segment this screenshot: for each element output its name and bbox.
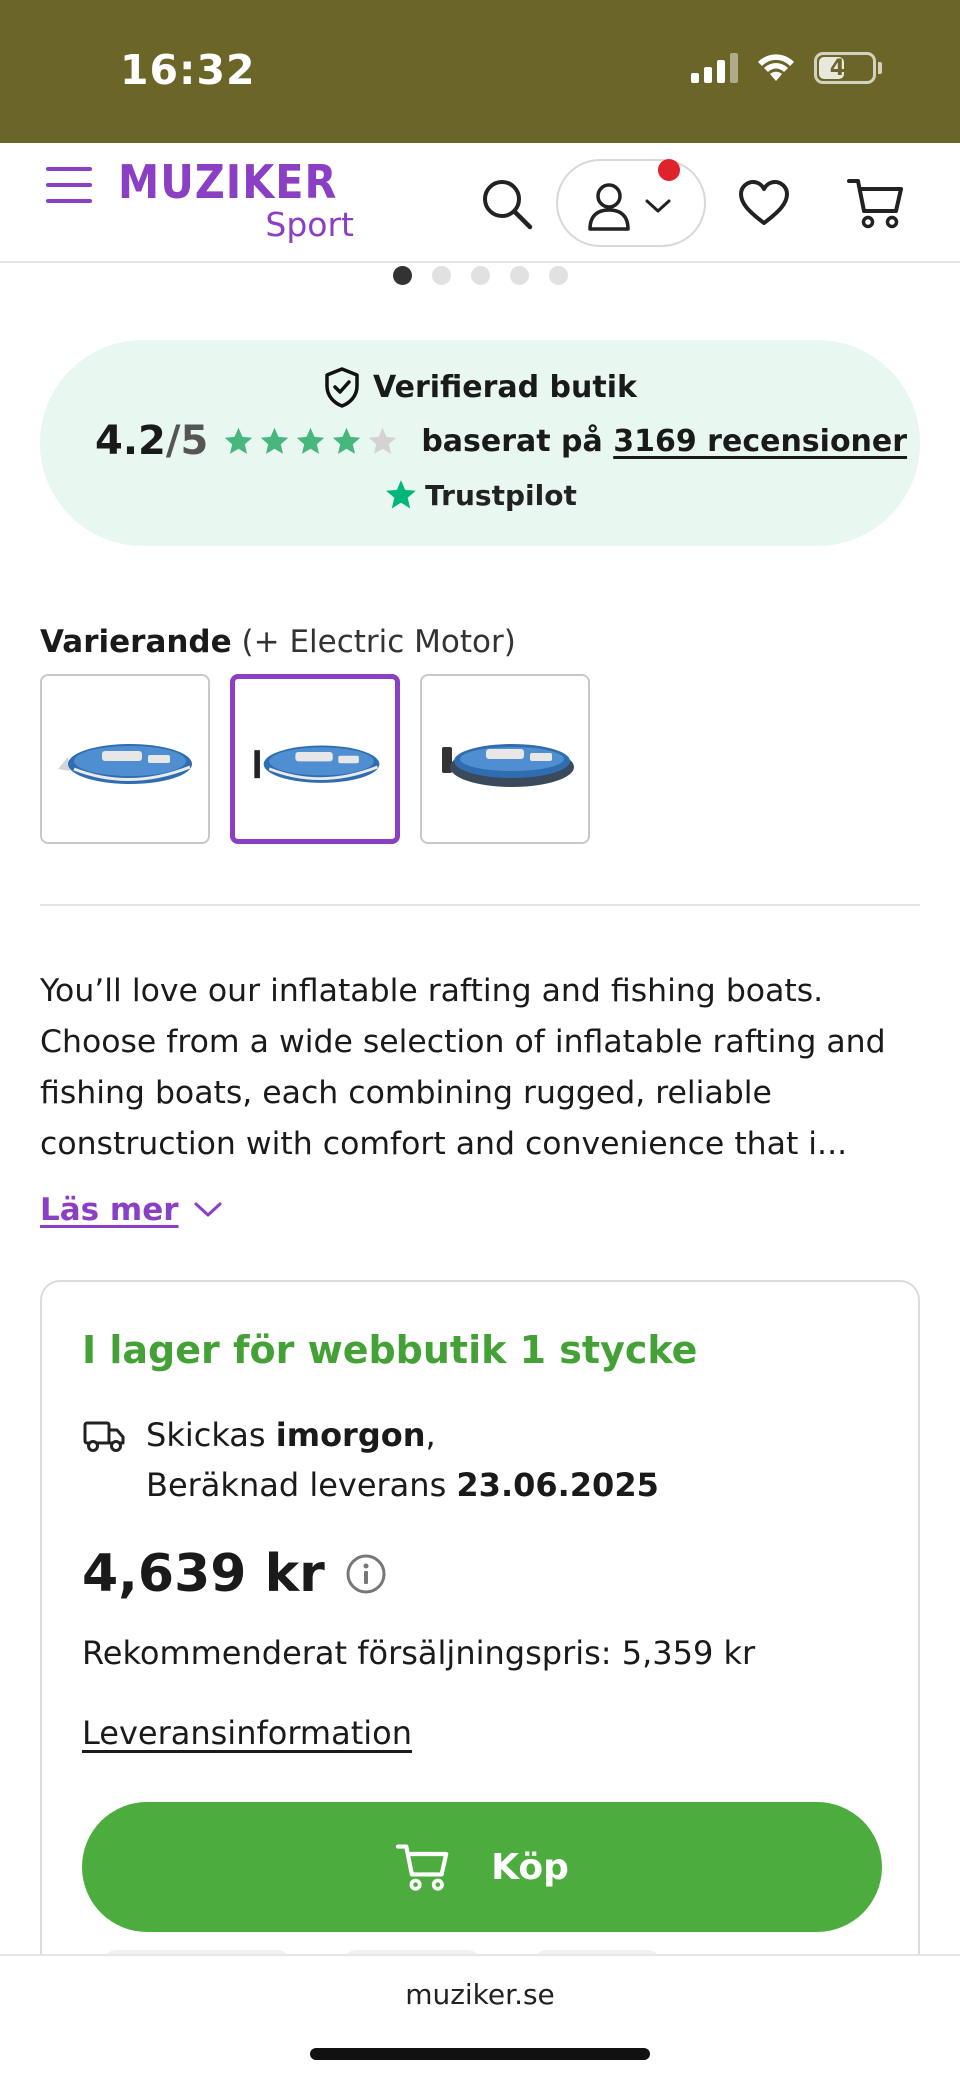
user-icon xyxy=(588,183,630,231)
url-bar[interactable]: muziker.se xyxy=(0,1978,960,2011)
battery-icon: 44 xyxy=(814,52,882,84)
star-icon xyxy=(261,427,289,454)
shipping-info: Skickas imorgon, Beräknad leverans 23.06… xyxy=(82,1410,659,1510)
star-icon xyxy=(225,427,253,454)
logo-subtext: Sport xyxy=(265,205,354,244)
browser-bottom-bar: muziker.se xyxy=(0,1954,960,2081)
delivery-truck-icon xyxy=(83,1421,125,1452)
status-bar: 16:32 44 xyxy=(0,0,960,143)
buy-label: Köp xyxy=(491,1846,569,1888)
stock-status: I lager för webbutik 1 stycke xyxy=(82,1328,698,1372)
cellular-signal-icon xyxy=(691,53,738,83)
read-more-label: Läs mer xyxy=(40,1192,179,1228)
chevron-down-icon xyxy=(194,1202,222,1217)
cart-icon xyxy=(395,1844,449,1891)
delivery-line: Beräknad leverans 23.06.2025 xyxy=(146,1466,659,1504)
trustpilot-badge: Verifierad butik 4.2/5 baserat på 3169 r… xyxy=(40,340,920,546)
gallery-pager[interactable] xyxy=(0,266,960,285)
ship-line: Skickas imorgon, xyxy=(146,1416,436,1454)
boat-variant-2 xyxy=(254,745,380,783)
variant-thumbnail[interactable] xyxy=(420,674,590,844)
trustpilot-logo: Trustpilot xyxy=(40,478,920,512)
status-time: 16:32 xyxy=(120,46,256,94)
buy-button[interactable]: Köp xyxy=(82,1802,882,1932)
boat-variant-3 xyxy=(442,744,574,787)
variant-name: Varierande xyxy=(40,624,232,660)
notification-dot xyxy=(658,159,680,181)
trustpilot-star-icon xyxy=(386,480,417,509)
star-empty-icon xyxy=(369,427,397,454)
logo[interactable]: MUZIKER Sport xyxy=(118,159,368,245)
trustpilot-label: Trustpilot xyxy=(425,478,577,512)
heart-icon[interactable] xyxy=(738,179,790,227)
rating-stars xyxy=(222,425,399,458)
product-description: You’ll love our inflatable rafting and f… xyxy=(40,973,886,1162)
variant-thumbnail[interactable] xyxy=(40,674,210,844)
verified-shop: Verifierad butik xyxy=(40,366,920,408)
variant-label: Varierande (+ Electric Motor) xyxy=(40,624,516,660)
search-icon[interactable] xyxy=(480,177,534,231)
delivery-info-link[interactable]: Leveransinformation xyxy=(82,1714,412,1752)
pager-dot[interactable] xyxy=(509,266,529,285)
chevron-down-icon xyxy=(645,199,671,213)
cart-icon[interactable] xyxy=(846,175,906,231)
variant-extra: (+ Electric Motor) xyxy=(241,624,516,660)
pager-dot[interactable] xyxy=(392,266,412,285)
price-row: 4,639 kr xyxy=(82,1544,387,1604)
pager-dot[interactable] xyxy=(470,266,490,285)
rating-row: 4.2/5 baserat på 3169 recensioner xyxy=(95,418,907,464)
pager-dot[interactable] xyxy=(431,266,451,285)
boat-variant-1 xyxy=(58,744,192,784)
battery-level: 44 xyxy=(829,55,861,81)
variant-thumbnail-selected[interactable] xyxy=(230,674,400,844)
reviews-text: baserat på 3169 recensioner xyxy=(421,423,908,459)
section-divider xyxy=(40,904,920,906)
star-icon xyxy=(333,427,361,454)
recommended-price: Rekommenderat försäljningspris: 5,359 kr xyxy=(82,1634,756,1672)
reviews-link[interactable]: 3169 recensioner xyxy=(613,424,907,459)
verified-label: Verifierad butik xyxy=(373,369,637,405)
star-icon xyxy=(297,427,325,454)
shield-check-icon xyxy=(325,367,359,408)
site-header: MUZIKER Sport xyxy=(0,143,960,263)
info-icon[interactable] xyxy=(345,1553,387,1595)
wifi-icon xyxy=(758,54,794,81)
price: 4,639 kr xyxy=(82,1544,325,1604)
logo-text: MUZIKER xyxy=(118,155,338,209)
variant-thumbnails xyxy=(40,674,590,844)
rating-score: 4.2/5 xyxy=(95,418,209,464)
read-more-link[interactable]: Läs mer xyxy=(40,1192,223,1228)
menu-icon[interactable] xyxy=(46,167,92,207)
home-indicator[interactable] xyxy=(310,2048,650,2060)
status-icons: 44 xyxy=(691,52,882,84)
account-button[interactable] xyxy=(556,159,706,247)
pager-dot[interactable] xyxy=(548,266,568,285)
